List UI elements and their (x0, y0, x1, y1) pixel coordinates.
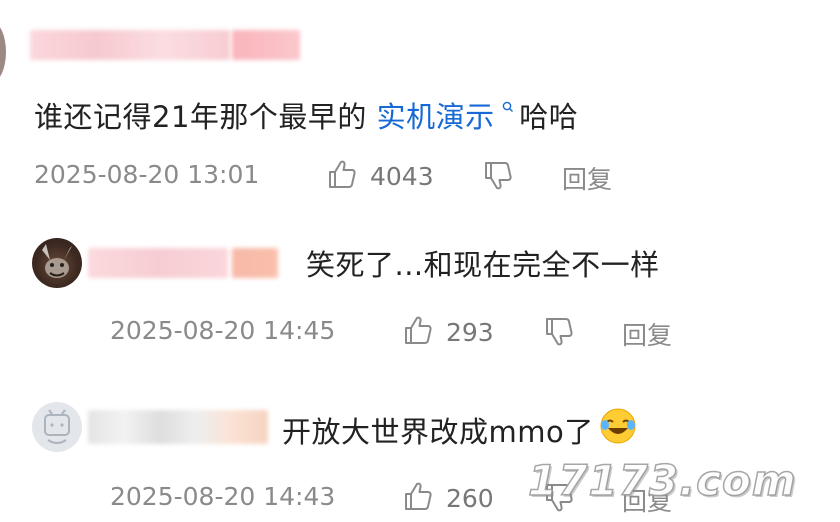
avatar[interactable] (32, 238, 82, 288)
comment-text-before: 谁还记得21年那个最早的 (34, 100, 377, 134)
timestamp: 2025-08-20 14:45 (110, 316, 336, 345)
avatar-image (42, 244, 72, 278)
dislike-button[interactable] (543, 316, 575, 352)
reply-button[interactable]: 回复 (562, 160, 612, 196)
thumbs-up-icon (402, 314, 434, 350)
comment-text: 开放大世界改成mmo了 (282, 406, 638, 453)
default-avatar-icon (44, 409, 70, 444)
like-count: 4043 (370, 161, 434, 191)
watermark-logo: 17173.com (527, 455, 797, 506)
comment-text: 谁还记得21年那个最早的 实机演示 哈哈 (34, 94, 578, 136)
thumbs-down-icon (543, 318, 575, 352)
like-count: 293 (446, 317, 494, 347)
thumbs-down-icon (482, 162, 514, 196)
like-button[interactable]: 260 (402, 480, 494, 516)
search-link[interactable]: 实机演示 (377, 100, 495, 134)
reply-button[interactable]: 回复 (622, 316, 672, 352)
like-count: 260 (446, 483, 494, 513)
timestamp: 2025-08-20 13:01 (34, 160, 260, 189)
like-button[interactable]: 293 (402, 314, 494, 350)
laughing-crying-emoji-icon (598, 406, 638, 453)
thumbs-up-icon (326, 158, 358, 194)
like-button[interactable]: 4043 (326, 158, 434, 194)
comment-text-after: 哈哈 (519, 100, 579, 134)
avatar-partial[interactable] (0, 22, 6, 82)
timestamp: 2025-08-20 14:43 (110, 482, 336, 511)
dislike-button[interactable] (482, 160, 514, 196)
avatar[interactable] (32, 402, 82, 452)
comment-text: 笑死了...和现在完全不一样 (306, 248, 660, 282)
thumbs-up-icon (402, 480, 434, 516)
comment-text-body: 开放大世界改成mmo了 (282, 414, 594, 449)
search-icon[interactable] (497, 99, 520, 117)
